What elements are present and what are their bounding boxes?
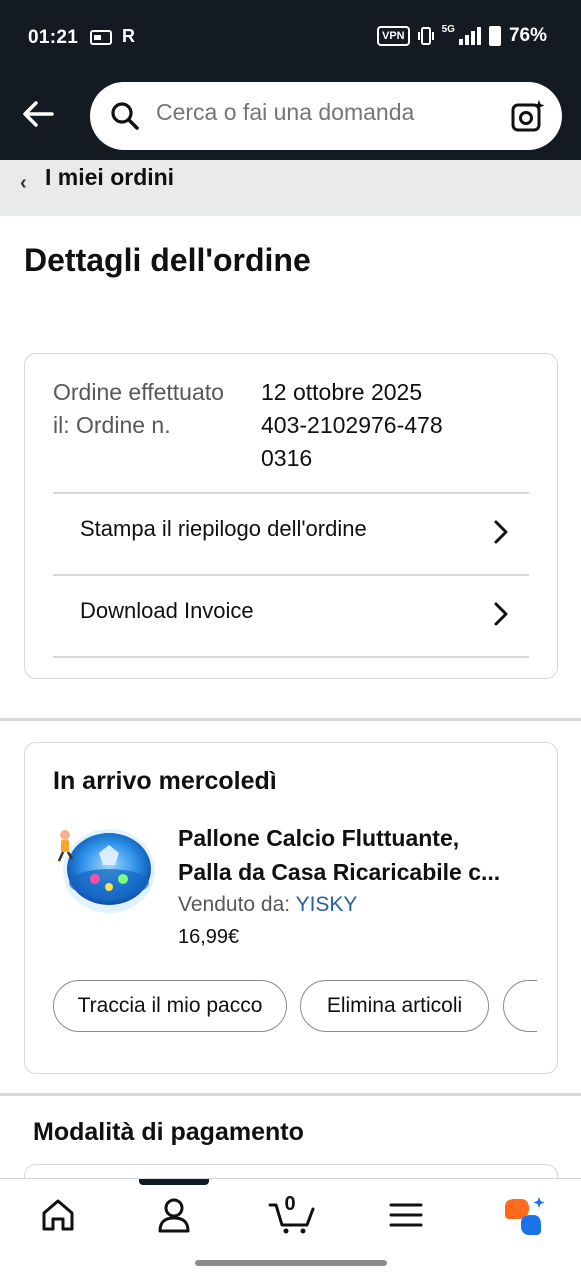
nav-cart[interactable]: 0 [262, 1193, 322, 1245]
top-header [0, 76, 581, 160]
status-right-icons: VPN 5G 76% [377, 25, 547, 47]
r-icon: R [122, 26, 135, 46]
more-action-button[interactable]: Fa [503, 980, 537, 1032]
arrival-status: In arrivo mercoledì [53, 767, 277, 795]
nav-rufus[interactable] [494, 1195, 554, 1245]
status-left-icons: R [90, 26, 135, 47]
section-separator [0, 1093, 581, 1096]
camera-lens-icon[interactable] [510, 98, 546, 134]
shipment-actions: Traccia il mio pacco Elimina articoli Fa [53, 980, 537, 1032]
search-input[interactable] [156, 99, 476, 126]
nav-account[interactable] [144, 1195, 204, 1245]
product-title-line1: Pallone Calcio Fluttuante, [178, 825, 460, 851]
vpn-icon: VPN [377, 26, 410, 46]
nav-home[interactable] [28, 1195, 88, 1245]
divider [53, 656, 529, 658]
product-title-line2: Palla da Casa Ricaricabile c... [178, 859, 501, 885]
seller-link[interactable]: YISKY [296, 893, 358, 916]
account-icon [158, 1198, 190, 1233]
battery-percent: 76% [508, 25, 547, 46]
order-info-labels: Ordine effettuato il: Ordine n. [53, 379, 224, 438]
download-invoice-label: Download Invoice [80, 598, 254, 623]
status-time: 01:21 [28, 27, 79, 48]
battery-icon [488, 26, 501, 46]
breadcrumb[interactable]: ‹ I miei ordini [0, 160, 581, 216]
menu-icon [389, 1203, 423, 1227]
active-tab-indicator [139, 1179, 209, 1185]
vibrate-icon [417, 27, 434, 45]
search-icon [111, 102, 139, 130]
product-image[interactable] [53, 821, 157, 921]
order-summary-card: Ordine effettuato il: Ordine n. 12 ottob… [24, 353, 558, 679]
chevron-right-icon [494, 602, 508, 626]
sold-by: Venduto da: YISKY [178, 893, 357, 917]
card-icon [90, 29, 112, 45]
shipment-card: In arrivo mercoledì Pallone Calcio Flutt… [24, 742, 558, 1074]
chevron-right-icon [494, 520, 508, 544]
signal-icon [458, 27, 481, 45]
chevron-left-icon: ‹ [20, 172, 27, 194]
search-bar[interactable] [90, 82, 562, 150]
payment-section-title: Modalità di pagamento [33, 1118, 304, 1146]
status-bar: 01:21 R VPN 5G 76% [0, 0, 581, 76]
download-invoice-link[interactable]: Download Invoice [53, 574, 529, 654]
page-title: Dettagli dell'ordine [24, 242, 311, 278]
nav-menu[interactable] [376, 1195, 436, 1245]
gesture-home-bar[interactable] [195, 1260, 387, 1266]
product-price: 16,99€ [178, 926, 240, 948]
section-separator [0, 718, 581, 721]
order-date: 12 ottobre 2025 [261, 379, 423, 405]
print-summary-link[interactable]: Stampa il riepilogo dell'ordine [53, 492, 529, 572]
sold-by-label: Venduto da: [178, 893, 291, 916]
track-package-button[interactable]: Traccia il mio pacco [53, 980, 287, 1032]
order-number: 403-2102976-4780316 [261, 412, 443, 471]
delete-items-button[interactable]: Elimina articoli [300, 980, 489, 1032]
rufus-icon [505, 1197, 545, 1235]
order-info-values: 12 ottobre 2025 403-2102976-4780316 [261, 376, 491, 475]
breadcrumb-label: I miei ordini [45, 164, 175, 190]
home-icon [42, 1199, 74, 1231]
print-summary-label: Stampa il riepilogo dell'ordine [80, 516, 367, 541]
cart-count: 0 [284, 1193, 296, 1215]
product-title[interactable]: Pallone Calcio Fluttuante, Palla da Casa… [178, 821, 538, 889]
network-type-label: 5G [441, 24, 455, 35]
back-arrow-icon[interactable] [18, 94, 58, 134]
